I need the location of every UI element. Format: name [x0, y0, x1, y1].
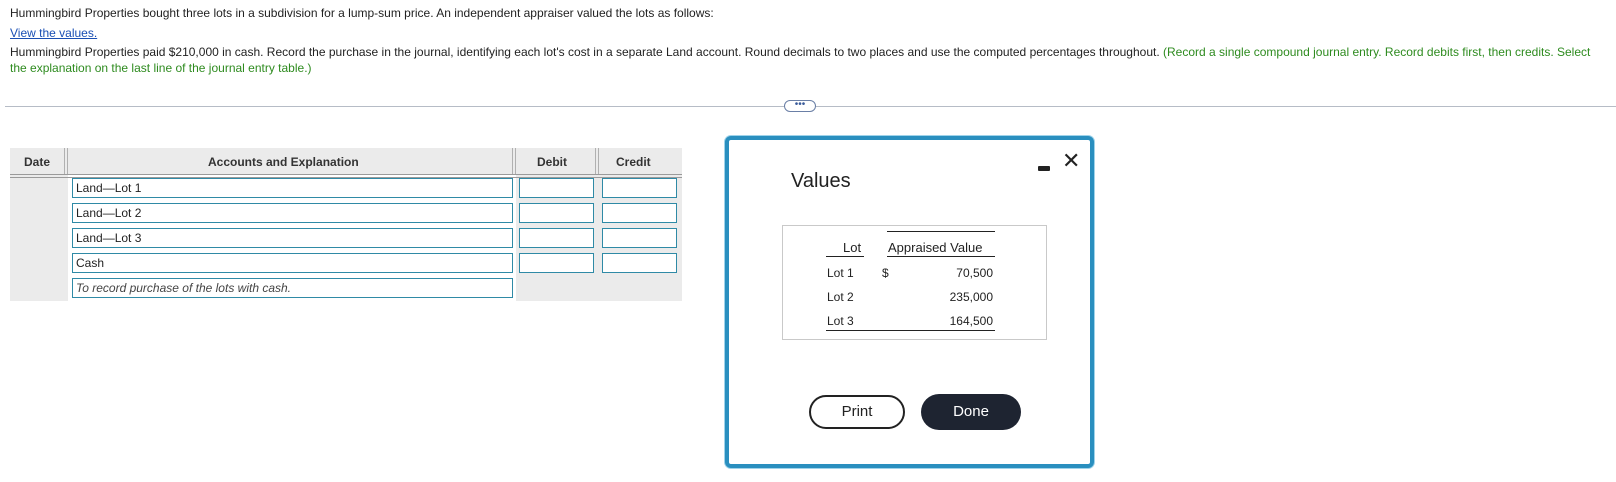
value-header-rule [887, 256, 995, 257]
row-lot: Lot 1 [827, 266, 854, 280]
values-table: Lot Appraised Value Lot 1 $ 70,500 Lot 2… [782, 225, 1047, 340]
credit-input[interactable] [602, 253, 677, 273]
intro-line-1: Hummingbird Properties bought three lots… [10, 6, 714, 20]
question-text: Hummingbird Properties bought three lots… [10, 5, 1606, 76]
header-credit: Credit [616, 155, 651, 169]
account-cell[interactable]: Land—Lot 1 [72, 178, 513, 198]
minimize-icon[interactable] [1038, 166, 1050, 171]
debit-input[interactable] [519, 228, 594, 248]
account-cell[interactable]: Cash [72, 253, 513, 273]
debit-input[interactable] [519, 203, 594, 223]
table-header: Date Accounts and Explanation Debit Cred… [10, 148, 682, 174]
row-lot: Lot 2 [827, 290, 854, 304]
close-icon[interactable]: ✕ [1062, 150, 1080, 172]
explanation-cell[interactable]: To record purchase of the lots with cash… [72, 278, 513, 298]
intro-line-2: Hummingbird Properties paid $210,000 in … [10, 44, 1606, 76]
row-value: 70,500 [956, 266, 993, 280]
more-button[interactable]: ••• [784, 100, 816, 112]
row-lot: Lot 3 [827, 314, 854, 328]
values-dialog: Values ✕ Lot Appraised Value Lot 1 $ 70,… [725, 136, 1094, 468]
journal-entry-table: Date Accounts and Explanation Debit Cred… [10, 148, 682, 301]
debit-input[interactable] [519, 178, 594, 198]
print-button[interactable]: Print [809, 395, 905, 429]
task-text: Hummingbird Properties paid $210,000 in … [10, 45, 1160, 59]
column-separator [595, 148, 599, 174]
header-debit: Debit [537, 155, 567, 169]
column-separator [64, 148, 68, 174]
header-appraised-value: Appraised Value [888, 240, 983, 255]
view-values-link[interactable]: View the values. [10, 25, 97, 41]
header-lot: Lot [843, 240, 862, 255]
credit-input[interactable] [602, 178, 677, 198]
dialog-title: Values [791, 170, 851, 192]
header-top-rule [887, 231, 995, 232]
account-cell[interactable]: Land—Lot 2 [72, 203, 513, 223]
row-value: 235,000 [949, 290, 993, 304]
credit-input[interactable] [602, 203, 677, 223]
lot-header-rule [826, 256, 864, 257]
header-date: Date [24, 155, 51, 169]
done-button[interactable]: Done [921, 394, 1021, 430]
currency-symbol: $ [882, 266, 889, 280]
debit-input[interactable] [519, 253, 594, 273]
row-value: 164,500 [949, 314, 993, 328]
credit-input[interactable] [602, 228, 677, 248]
column-separator [512, 148, 516, 174]
header-accounts: Accounts and Explanation [208, 155, 359, 169]
date-column [10, 174, 68, 301]
account-cell[interactable]: Land—Lot 3 [72, 228, 513, 248]
table-bottom-rule [826, 330, 995, 331]
